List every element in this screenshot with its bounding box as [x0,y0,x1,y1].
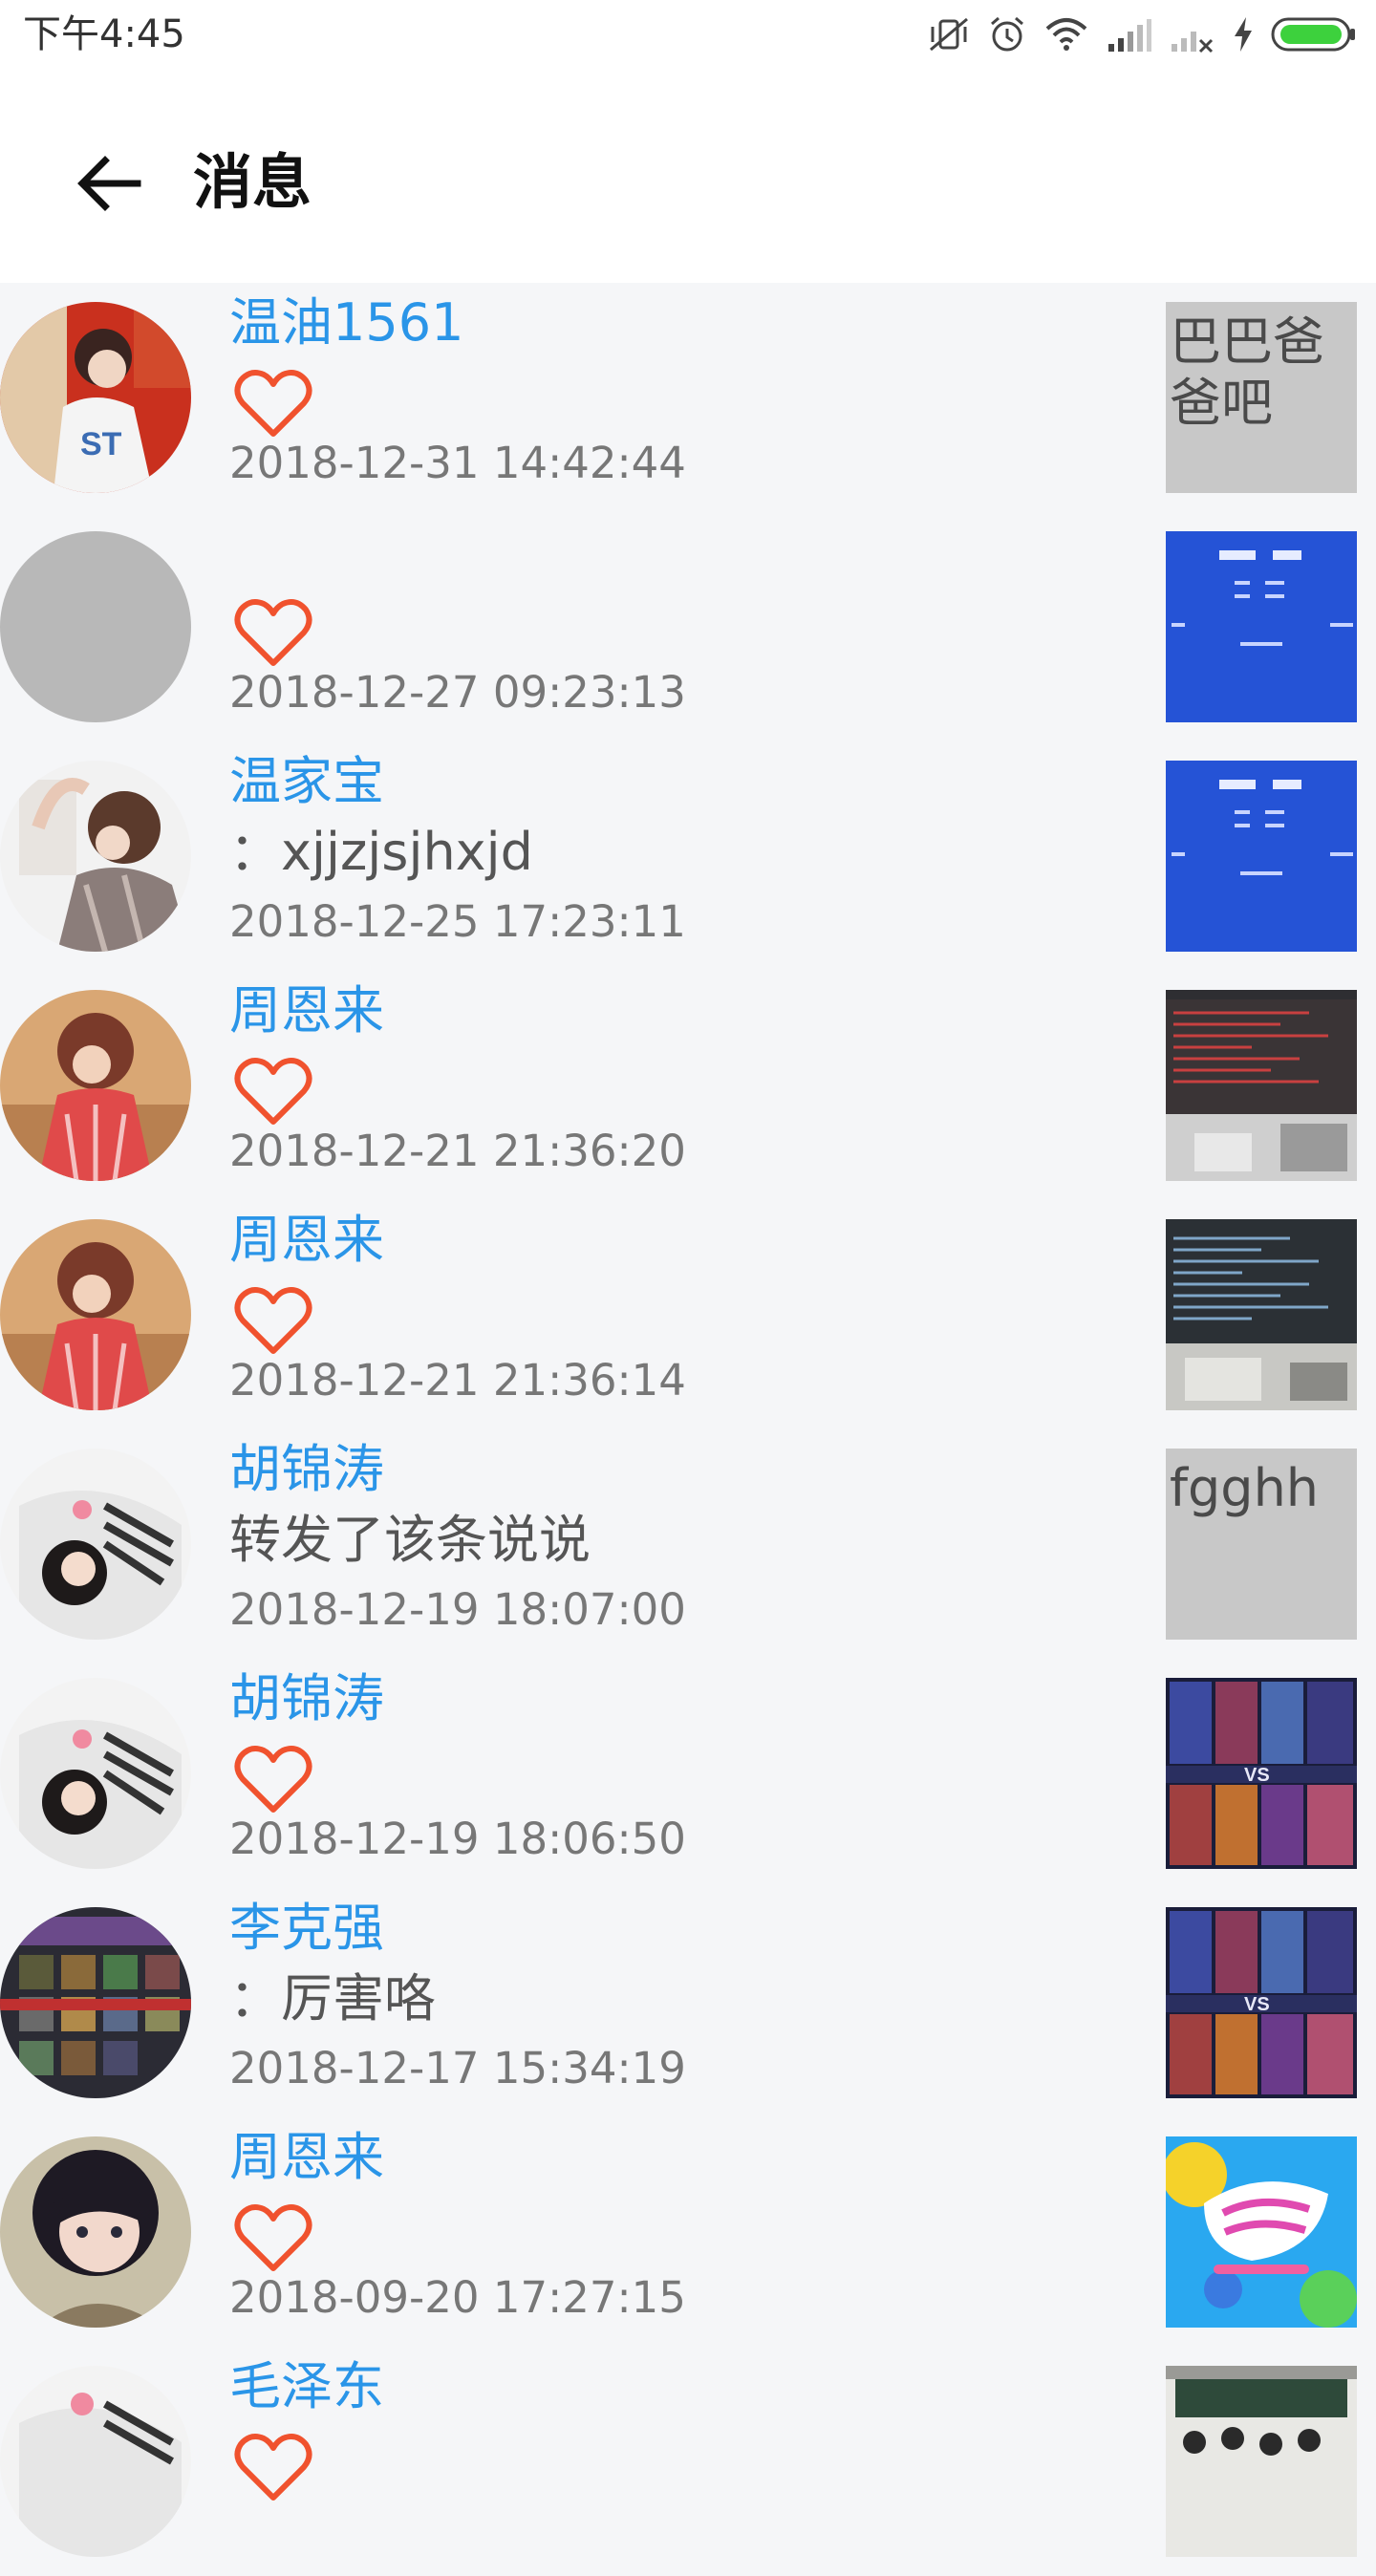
avatar[interactable] [0,1449,191,1640]
avatar[interactable] [0,1678,191,1869]
username[interactable]: 周恩来 [229,1200,384,1280]
signal-no-sim-icon [1172,32,1214,54]
message-item[interactable]: 周恩来 2018-12-21 21:36:20 [0,971,1376,1200]
post-thumbnail[interactable]: 巴巴爸爸吧 [1166,302,1357,493]
back-button[interactable] [63,138,155,229]
username[interactable]: 周恩来 [229,971,384,1051]
post-thumbnail[interactable] [1166,2366,1357,2557]
heart-icon [234,370,312,437]
page-title: 消息 [193,147,312,217]
status-time: 下午4:45 [23,12,185,56]
post-thumbnail[interactable] [1166,761,1357,952]
message-item[interactable]: 胡锦涛 2018-12-19 18:06:50 VS [0,1659,1376,1888]
timestamp: 2018-12-21 21:36:14 [229,1355,686,1406]
arrow-left-icon [77,156,141,211]
code-photo-image [1166,990,1357,1181]
alarm-icon [991,16,1023,52]
classroom-photo-image [1166,2366,1357,2557]
avatar[interactable] [0,990,191,1181]
avatar[interactable] [0,761,191,952]
status-icons [927,13,1357,55]
username[interactable]: 胡锦涛 [229,1429,384,1510]
username[interactable]: 胡锦涛 [229,1659,384,1739]
weather-screenshot-image [1166,761,1357,952]
post-thumbnail[interactable] [1166,531,1357,722]
message-item[interactable]: 毛泽东 [0,2347,1376,2576]
svg-text:ST: ST [80,426,122,462]
message-item[interactable]: 周恩来 2018-12-21 21:36:14 [0,1200,1376,1429]
message-item[interactable]: 2018-12-27 09:23:13 [0,512,1376,741]
post-thumbnail[interactable] [1166,1219,1357,1410]
username[interactable]: 温家宝 [229,741,384,822]
game-vs-image: VS [1166,1907,1357,2098]
repost-text: 转发了该条说说 [229,1510,591,1570]
timestamp: 2018-12-31 14:42:44 [229,438,686,488]
timestamp: 2018-12-17 15:34:19 [229,2043,686,2093]
message-item[interactable]: 李克强 ：厉害咯 2018-12-17 15:34:19 VS [0,1888,1376,2117]
weather-screenshot-image [1166,531,1357,722]
message-item[interactable]: ST 温油1561 2018-12-31 14:42:44 巴巴爸爸吧 [0,283,1376,512]
post-thumbnail[interactable]: fgghh [1166,1449,1357,1640]
message-item[interactable]: 周恩来 2018-09-20 17:27:15 [0,2117,1376,2347]
status-bar: 下午4:45 [0,0,1376,69]
comment-text: ：xjjzjsjhxjd [229,822,533,882]
post-thumbnail[interactable]: VS [1166,1678,1357,1869]
post-thumbnail[interactable] [1166,990,1357,1181]
timestamp: 2018-12-19 18:07:00 [229,1584,686,1635]
username[interactable]: 周恩来 [229,2117,384,2198]
avatar[interactable]: ST [0,302,191,493]
message-item[interactable]: 温家宝 ：xjjzjsjhxjd 2018-12-25 17:23:11 [0,741,1376,971]
timestamp: 2018-12-25 17:23:11 [229,896,686,947]
timestamp: 2018-12-19 18:06:50 [229,1814,686,1864]
charging-icon [1235,17,1252,52]
message-list[interactable]: ST 温油1561 2018-12-31 14:42:44 巴巴爸爸吧 2018… [0,283,1376,2576]
post-thumbnail[interactable] [1166,2136,1357,2328]
promo-banner-image [1166,2136,1357,2328]
timestamp: 2018-09-20 17:27:15 [229,2272,686,2323]
avatar[interactable] [0,531,191,722]
svg-text:VS: VS [1244,1765,1270,1786]
heart-icon [234,1058,312,1125]
game-vs-image: VS [1166,1678,1357,1869]
wifi-icon [1045,18,1087,51]
timestamp: 2018-12-27 09:23:13 [229,667,686,718]
heart-icon [234,2434,312,2501]
comment-text: ：厉害咯 [229,1968,436,2029]
username[interactable]: 李克强 [229,1888,384,1968]
heart-icon [234,1287,312,1354]
avatar[interactable] [0,1907,191,2098]
heart-icon [234,599,312,666]
avatar[interactable] [0,1219,191,1410]
code-photo-image [1166,1219,1357,1410]
avatar[interactable] [0,2136,191,2328]
svg-text:VS: VS [1244,1994,1270,2015]
timestamp: 2018-12-21 21:36:20 [229,1126,686,1176]
mute-vibrate-icon [930,17,968,52]
battery-icon [1271,17,1355,52]
username[interactable]: 温油1561 [229,283,463,363]
thumbnail-text: fgghh [1170,1458,1320,1518]
thumbnail-text: 巴巴爸爸吧 [1170,311,1324,433]
heart-icon [234,1746,312,1813]
heart-icon [234,2204,312,2271]
app-bar: 消息 [0,69,1376,283]
username[interactable]: 毛泽东 [229,2347,384,2427]
message-item[interactable]: 胡锦涛 转发了该条说说 2018-12-19 18:07:00 fgghh [0,1429,1376,1659]
post-thumbnail[interactable]: VS [1166,1907,1357,2098]
avatar[interactable] [0,2366,191,2557]
signal-icon [1108,19,1151,52]
